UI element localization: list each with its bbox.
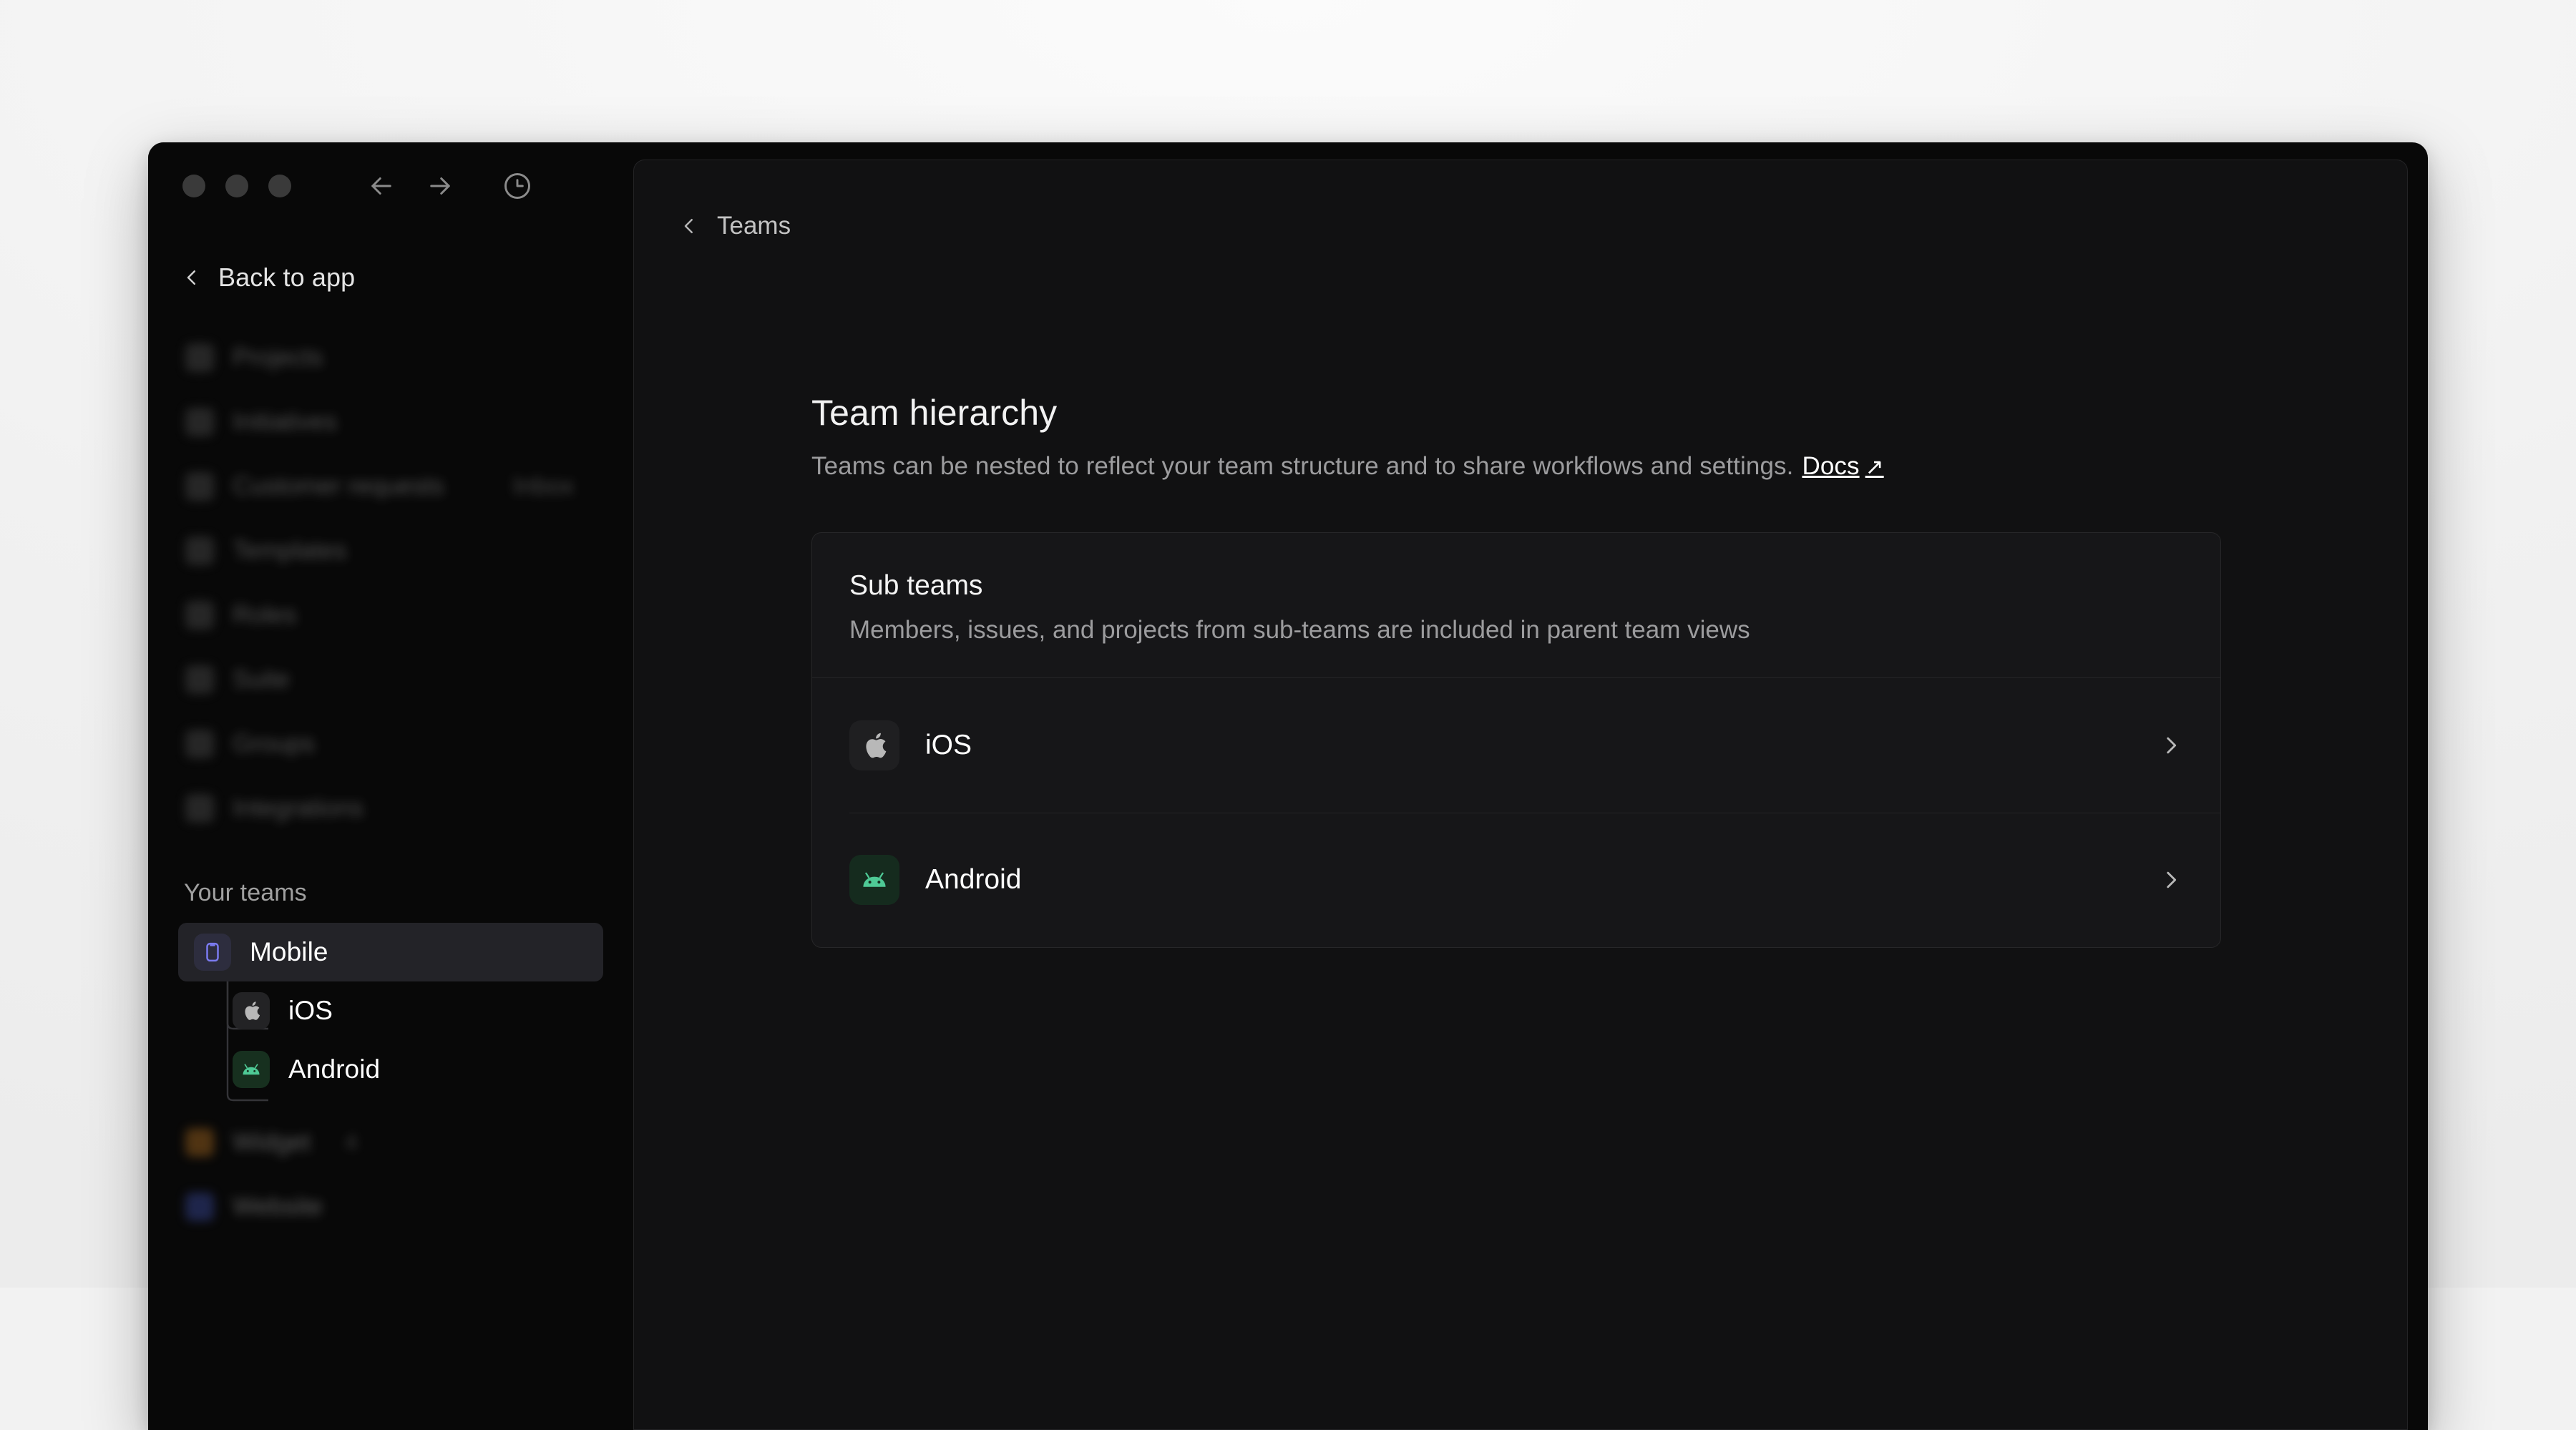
back-arrow-icon[interactable] bbox=[360, 165, 403, 207]
roles-icon bbox=[185, 601, 214, 630]
sidebar-item-integrations[interactable]: Integrations bbox=[148, 776, 633, 841]
projects-icon bbox=[185, 343, 214, 372]
sidebar-item-initiatives[interactable]: Initiatives bbox=[148, 390, 633, 454]
docs-link-label: Docs bbox=[1802, 452, 1859, 480]
integrations-icon bbox=[185, 794, 214, 823]
sidebar-nav-blurred: Projects Initiatives Customer requests I… bbox=[148, 325, 633, 841]
breadcrumb[interactable]: Teams bbox=[634, 160, 2407, 240]
minimize-button[interactable] bbox=[225, 175, 248, 197]
app-window: Back to app Projects Initiatives Custome… bbox=[148, 142, 2428, 1430]
chevron-left-icon bbox=[181, 267, 203, 288]
sub-team-row-ios[interactable]: iOS bbox=[812, 678, 2220, 813]
forward-arrow-icon[interactable] bbox=[419, 165, 462, 207]
chevron-right-icon[interactable] bbox=[2159, 868, 2183, 892]
breadcrumb-label: Teams bbox=[717, 212, 791, 240]
docs-link[interactable]: Docs↗ bbox=[1802, 452, 1883, 480]
page-description: Teams can be nested to reflect your team… bbox=[811, 452, 2180, 481]
sidebar-item-customer-requests[interactable]: Customer requests Inbox bbox=[148, 454, 633, 519]
sub-teams-card-header: Sub teams Members, issues, and projects … bbox=[812, 533, 2220, 678]
sidebar-more-teams-blurred: Widget 4 Website bbox=[148, 1110, 633, 1239]
chevron-left-icon[interactable] bbox=[678, 215, 700, 237]
your-teams-list: Mobile iOS bbox=[148, 923, 633, 1099]
chevron-right-icon[interactable] bbox=[2159, 733, 2183, 758]
sub-team-row-android[interactable]: Android bbox=[812, 813, 2220, 947]
suite-icon bbox=[185, 665, 214, 694]
apple-icon bbox=[233, 992, 270, 1029]
sidebar-team-label: Mobile bbox=[250, 937, 328, 967]
sidebar-item-roles[interactable]: Roles bbox=[148, 583, 633, 647]
page-title: Team hierarchy bbox=[811, 392, 2180, 434]
sidebar-team-label: Android bbox=[288, 1054, 380, 1084]
sub-teams-description: Members, issues, and projects from sub-t… bbox=[849, 616, 2183, 645]
sidebar-item-templates[interactable]: Templates bbox=[148, 519, 633, 583]
main-area: Teams Team hierarchy Teams can be nested… bbox=[633, 142, 2428, 1430]
nav-buttons bbox=[360, 165, 539, 207]
sidebar-item-suite[interactable]: Suite bbox=[148, 647, 633, 712]
sidebar: Back to app Projects Initiatives Custome… bbox=[148, 142, 633, 1430]
clock-icon[interactable] bbox=[496, 165, 539, 207]
groups-icon bbox=[185, 730, 214, 758]
apple-icon bbox=[849, 720, 899, 770]
android-icon bbox=[849, 855, 899, 905]
close-button[interactable] bbox=[182, 175, 205, 197]
sidebar-item-groups[interactable]: Groups bbox=[148, 712, 633, 776]
page-description-text: Teams can be nested to reflect your team… bbox=[811, 452, 1793, 480]
sidebar-team-label: iOS bbox=[288, 996, 333, 1026]
sidebar-team-ios[interactable]: iOS bbox=[220, 981, 603, 1040]
sub-team-label: Android bbox=[925, 864, 1021, 896]
sidebar-team-android[interactable]: Android bbox=[220, 1040, 603, 1099]
sidebar-team-website[interactable]: Website bbox=[148, 1175, 633, 1239]
initiatives-icon bbox=[185, 408, 214, 436]
sidebar-team-widget[interactable]: Widget 4 bbox=[148, 1110, 633, 1175]
maximize-button[interactable] bbox=[268, 175, 291, 197]
sub-teams-card: Sub teams Members, issues, and projects … bbox=[811, 532, 2221, 948]
sub-team-label: iOS bbox=[925, 730, 972, 761]
customer-requests-icon bbox=[185, 472, 214, 501]
content-panel: Teams Team hierarchy Teams can be nested… bbox=[633, 160, 2408, 1430]
back-to-app-label: Back to app bbox=[218, 263, 355, 293]
traffic-lights bbox=[182, 175, 291, 197]
sub-teams-title: Sub teams bbox=[849, 570, 2183, 602]
templates-icon bbox=[185, 537, 214, 565]
external-link-icon: ↗ bbox=[1865, 454, 1884, 479]
your-teams-label: Your teams bbox=[148, 879, 633, 907]
widget-icon bbox=[185, 1128, 214, 1157]
phone-icon bbox=[194, 934, 231, 971]
sidebar-item-projects[interactable]: Projects bbox=[148, 325, 633, 390]
sidebar-team-mobile[interactable]: Mobile bbox=[178, 923, 603, 981]
android-icon bbox=[233, 1051, 270, 1088]
back-to-app-button[interactable]: Back to app bbox=[148, 251, 633, 304]
customer-requests-extra: Inbox bbox=[513, 472, 575, 501]
settings-content: Team hierarchy Teams can be nested to re… bbox=[634, 240, 2180, 948]
titlebar bbox=[148, 142, 633, 230]
website-icon bbox=[185, 1193, 214, 1221]
